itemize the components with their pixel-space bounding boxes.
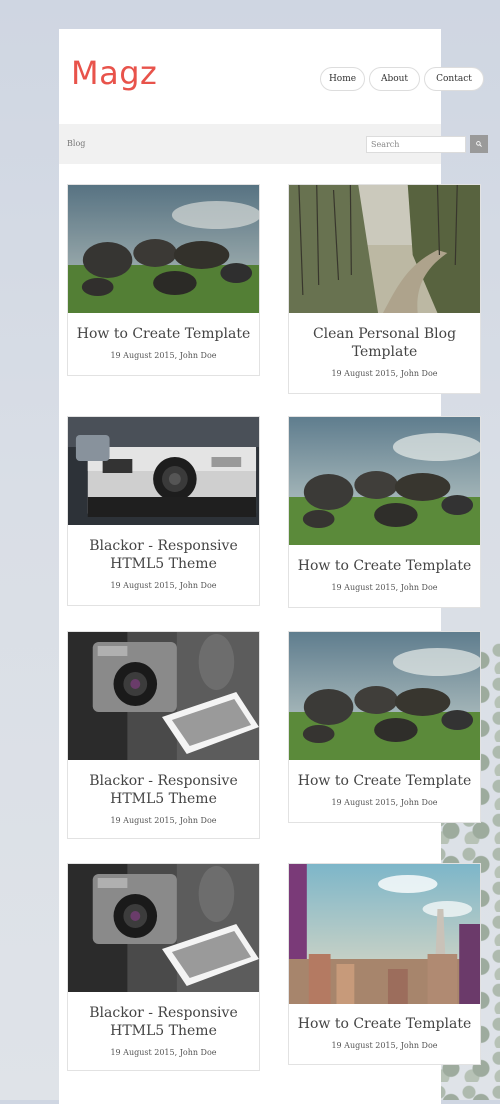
post-card[interactable]: Blackor - Responsive HTML5 Theme 19 Augu… xyxy=(67,863,260,1071)
post-meta: 19 August 2015, John Doe xyxy=(110,816,217,825)
post-card[interactable]: How to Create Template 19 August 2015, J… xyxy=(67,184,260,376)
post-meta: 19 August 2015, John Doe xyxy=(110,1048,217,1057)
site-logo[interactable]: Magz xyxy=(71,54,157,92)
search-icon xyxy=(476,141,482,147)
post-image-rocks[interactable] xyxy=(289,417,480,545)
post-image-camera-photo[interactable] xyxy=(68,864,259,992)
search-button[interactable] xyxy=(470,135,488,153)
post-card[interactable]: Blackor - Responsive HTML5 Theme 19 Augu… xyxy=(67,416,260,606)
post-meta: 19 August 2015, John Doe xyxy=(110,351,217,360)
post-meta: 19 August 2015, John Doe xyxy=(331,798,438,807)
post-image-camera-photo[interactable] xyxy=(68,632,259,760)
post-meta: 19 August 2015, John Doe xyxy=(331,369,438,378)
post-meta: 19 August 2015, John Doe xyxy=(331,583,438,592)
post-title[interactable]: Blackor - Responsive HTML5 Theme xyxy=(72,1004,255,1040)
post-title[interactable]: How to Create Template xyxy=(72,325,255,343)
post-card[interactable]: Clean Personal Blog Template 19 August 2… xyxy=(288,184,481,394)
post-image-forest[interactable] xyxy=(289,185,480,313)
nav-contact[interactable]: Contact xyxy=(424,67,484,91)
post-title[interactable]: Blackor - Responsive HTML5 Theme xyxy=(72,772,255,808)
post-title[interactable]: How to Create Template xyxy=(293,1015,476,1033)
post-card[interactable]: Blackor - Responsive HTML5 Theme 19 Augu… xyxy=(67,631,260,839)
post-image-city[interactable] xyxy=(289,864,480,1004)
post-card[interactable]: How to Create Template 19 August 2015, J… xyxy=(288,631,481,823)
post-meta: 19 August 2015, John Doe xyxy=(110,581,217,590)
post-image-rocks[interactable] xyxy=(68,185,259,313)
post-title[interactable]: How to Create Template xyxy=(293,557,476,575)
post-card[interactable]: How to Create Template 19 August 2015, J… xyxy=(288,863,481,1065)
post-title[interactable]: Blackor - Responsive HTML5 Theme xyxy=(72,537,255,573)
search-input[interactable] xyxy=(366,136,466,153)
nav-home[interactable]: Home xyxy=(320,67,365,91)
post-card[interactable]: How to Create Template 19 August 2015, J… xyxy=(288,416,481,608)
post-title[interactable]: Clean Personal Blog Template xyxy=(293,325,476,361)
main-nav: Home About Contact xyxy=(320,67,484,91)
post-meta: 19 August 2015, John Doe xyxy=(331,1041,438,1050)
nav-about[interactable]: About xyxy=(369,67,420,91)
post-title[interactable]: How to Create Template xyxy=(293,772,476,790)
breadcrumb[interactable]: Blog xyxy=(67,139,85,148)
post-image-rocks[interactable] xyxy=(289,632,480,760)
post-image-camera[interactable] xyxy=(68,417,259,525)
